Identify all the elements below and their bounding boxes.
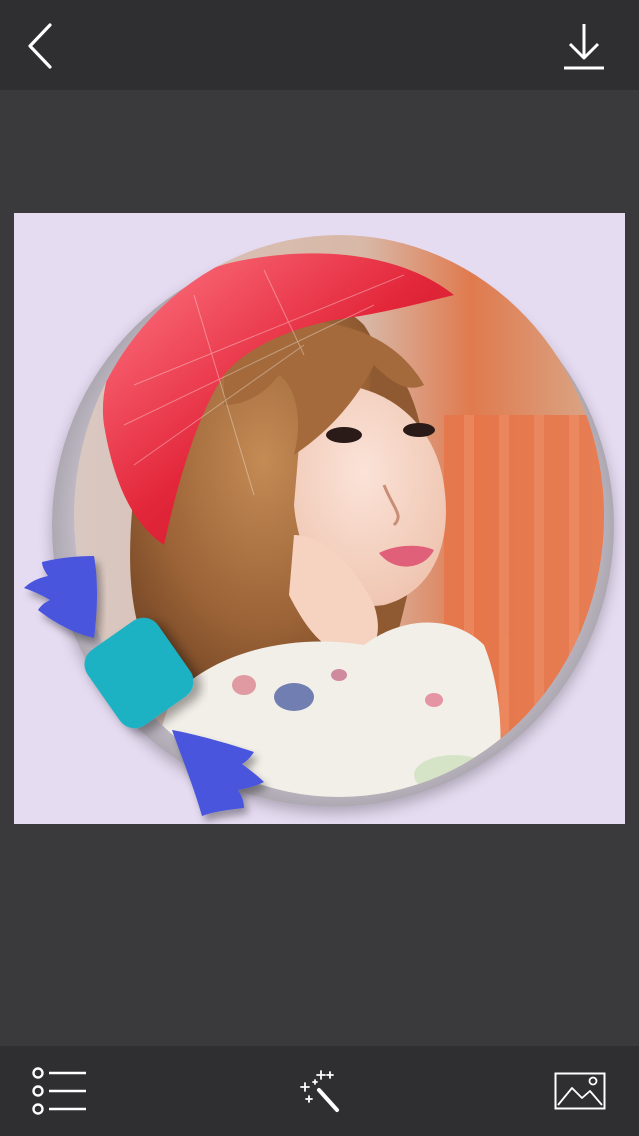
image-gallery-icon: [554, 1072, 606, 1110]
list-icon: [32, 1067, 86, 1115]
back-button[interactable]: [14, 14, 68, 78]
chevron-left-icon: [28, 23, 52, 69]
download-button[interactable]: [552, 14, 616, 78]
magic-wand-button[interactable]: [288, 1061, 352, 1121]
top-toolbar: [0, 0, 639, 90]
gallery-button[interactable]: [548, 1064, 612, 1118]
list-button[interactable]: [28, 1061, 92, 1121]
right-arrow-sticker[interactable]: [164, 724, 274, 829]
download-icon: [564, 24, 604, 70]
arrow-sticker-icon: [172, 730, 264, 816]
magic-wand-icon: [300, 1070, 339, 1112]
photo-frame-editor: [0, 0, 639, 1136]
